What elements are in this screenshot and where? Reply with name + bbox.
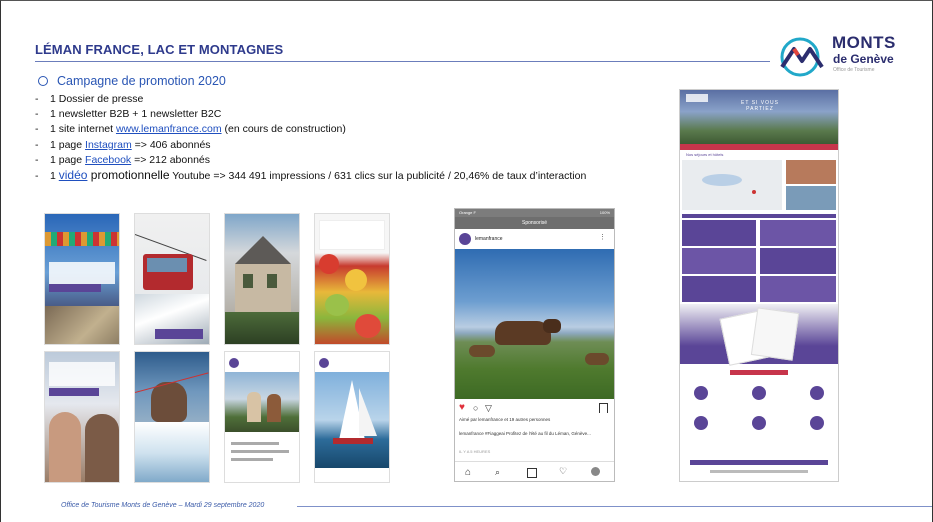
story-thumbnail: [44, 351, 120, 483]
bookmark-icon[interactable]: [599, 403, 608, 413]
website-icon-circle: [752, 416, 766, 430]
lake-shape: [702, 174, 742, 186]
post-time: IL Y A 5 HEURES: [459, 449, 491, 454]
item-text: 1 page: [50, 153, 86, 166]
story-thumbnail: [224, 213, 300, 345]
section-heading: Campagne de promotion 2020: [38, 74, 226, 88]
hero-banner: [680, 144, 838, 150]
list-item: 1 site internet www.lemanfrance.com (en …: [35, 122, 586, 137]
status-left: Orange F: [459, 210, 476, 215]
logo-line2: de Genève: [833, 52, 894, 66]
website-card: [760, 276, 836, 302]
map-pin-icon: [752, 190, 756, 194]
list-item: 1 newsletter B2B + 1 newsletter B2C: [35, 107, 586, 122]
instagram-post-mockup: Orange F 100% Sponsorisé lemanfrance ⋮ ♥…: [454, 208, 615, 482]
item-text: promotionnelle: [87, 168, 170, 183]
website-thumb: [786, 160, 836, 184]
app-title: Sponsorisé: [521, 220, 547, 226]
likes-text: Aimé par lemanfrance et 19 autres person…: [459, 417, 551, 422]
post-photo: [455, 249, 614, 399]
hero-text: ET SI VOUS PARTIEZ: [741, 100, 779, 112]
item-text: => 212 abonnés: [131, 153, 210, 166]
story-thumbnail: [314, 351, 390, 483]
more-options-icon[interactable]: ⋮: [599, 233, 606, 241]
cow-shape: [585, 353, 609, 365]
story-thumbnail: [224, 351, 300, 483]
website-map: [682, 160, 782, 210]
website-thumb: [786, 186, 836, 210]
cow-shape: [469, 345, 495, 357]
like-heart-icon[interactable]: ♥: [459, 403, 465, 413]
website-icon-circle: [752, 386, 766, 400]
circle-bullet-icon: [38, 76, 48, 86]
phone-status-bar: Orange F 100%: [455, 209, 614, 217]
logo-line3: Office de Tourisme: [833, 67, 875, 73]
cow-head: [543, 319, 561, 333]
website-logo: [686, 94, 708, 102]
activity-icon[interactable]: ♡: [559, 466, 567, 477]
slide-title: LÉMAN FRANCE, LAC ET MONTAGNES: [35, 42, 284, 57]
logo-line1: MONTS: [832, 33, 896, 52]
story-thumbnail: [314, 213, 390, 345]
footer-text: Office de Tourisme Monts de Genève – Mar…: [61, 502, 265, 509]
video-link[interactable]: vidéo: [59, 168, 88, 182]
website-icon-circle: [694, 386, 708, 400]
website-card: [682, 276, 756, 302]
slide: LÉMAN FRANCE, LAC ET MONTAGNES MONTS de …: [0, 0, 933, 522]
website-nav-bar: [682, 214, 836, 218]
item-text: => 406 abonnés: [131, 138, 211, 151]
website-card: [682, 248, 756, 274]
website-hero: ET SI VOUS PARTIEZ: [680, 90, 838, 144]
item-text: (en cours de construction): [221, 123, 346, 136]
campaign-list: 1 Dossier de presse 1 newsletter B2B + 1…: [35, 92, 586, 184]
item-text: 1 Dossier de presse: [50, 93, 144, 105]
website-brochure-section: [680, 304, 838, 366]
item-text: 1: [50, 170, 59, 183]
website-mockup: ET SI VOUS PARTIEZ Nos séjours et hôtels: [679, 89, 839, 482]
item-text: 1 page: [50, 138, 86, 151]
story-thumbnail: [44, 213, 120, 345]
item-text: Youtube => 344 491 impressions / 631 cli…: [169, 170, 587, 183]
website-card: [682, 220, 756, 246]
title-divider: [35, 61, 770, 62]
account-name: lemanfrance: [475, 236, 503, 242]
caption-text: lemanfrance #Fiaggeai Profitez de l'été …: [459, 431, 591, 436]
website-icon-circle: [810, 386, 824, 400]
mountain-logo-icon: [780, 37, 824, 77]
list-item: 1 vidéo promotionnelle Youtube => 344 49…: [35, 168, 586, 184]
website-link[interactable]: www.lemanfrance.com: [116, 123, 222, 135]
section-label: Nos séjours et hôtels: [686, 152, 724, 157]
website-footer-line: [710, 470, 808, 473]
list-item: 1 page Instagram => 406 abonnés: [35, 138, 586, 153]
add-post-icon[interactable]: [527, 468, 537, 478]
nav-divider: [455, 461, 614, 462]
instagram-link[interactable]: Instagram: [85, 139, 132, 151]
story-thumbnail: [134, 351, 210, 483]
website-icon-circle: [694, 416, 708, 430]
status-right: 100%: [599, 210, 610, 215]
comment-icon[interactable]: ○: [473, 403, 478, 413]
list-item: 1 page Facebook => 212 abonnés: [35, 153, 586, 168]
account-avatar: [459, 233, 471, 245]
profile-icon[interactable]: [591, 467, 600, 476]
list-item: 1 Dossier de presse: [35, 92, 586, 107]
website-card: [760, 248, 836, 274]
website-footer-bar: [690, 460, 828, 465]
item-text: 1 newsletter B2B + 1 newsletter B2C: [50, 108, 222, 121]
app-header: Sponsorisé: [455, 217, 614, 229]
item-text: 1 site internet: [50, 123, 116, 136]
story-thumbnail: [134, 213, 210, 345]
home-icon[interactable]: ⌂: [465, 467, 471, 478]
facebook-link[interactable]: Facebook: [85, 154, 131, 166]
footer-divider: [297, 506, 932, 507]
website-cta: [730, 370, 788, 375]
website-icon-circle: [810, 416, 824, 430]
section-heading-text: Campagne de promotion 2020: [57, 74, 226, 88]
website-card: [760, 220, 836, 246]
brochure-shape: [750, 307, 800, 361]
search-icon[interactable]: ⌕: [495, 467, 500, 478]
monts-de-geneve-logo: MONTS de Genève Office de Tourisme: [776, 33, 916, 77]
share-icon[interactable]: ▽: [485, 403, 492, 413]
